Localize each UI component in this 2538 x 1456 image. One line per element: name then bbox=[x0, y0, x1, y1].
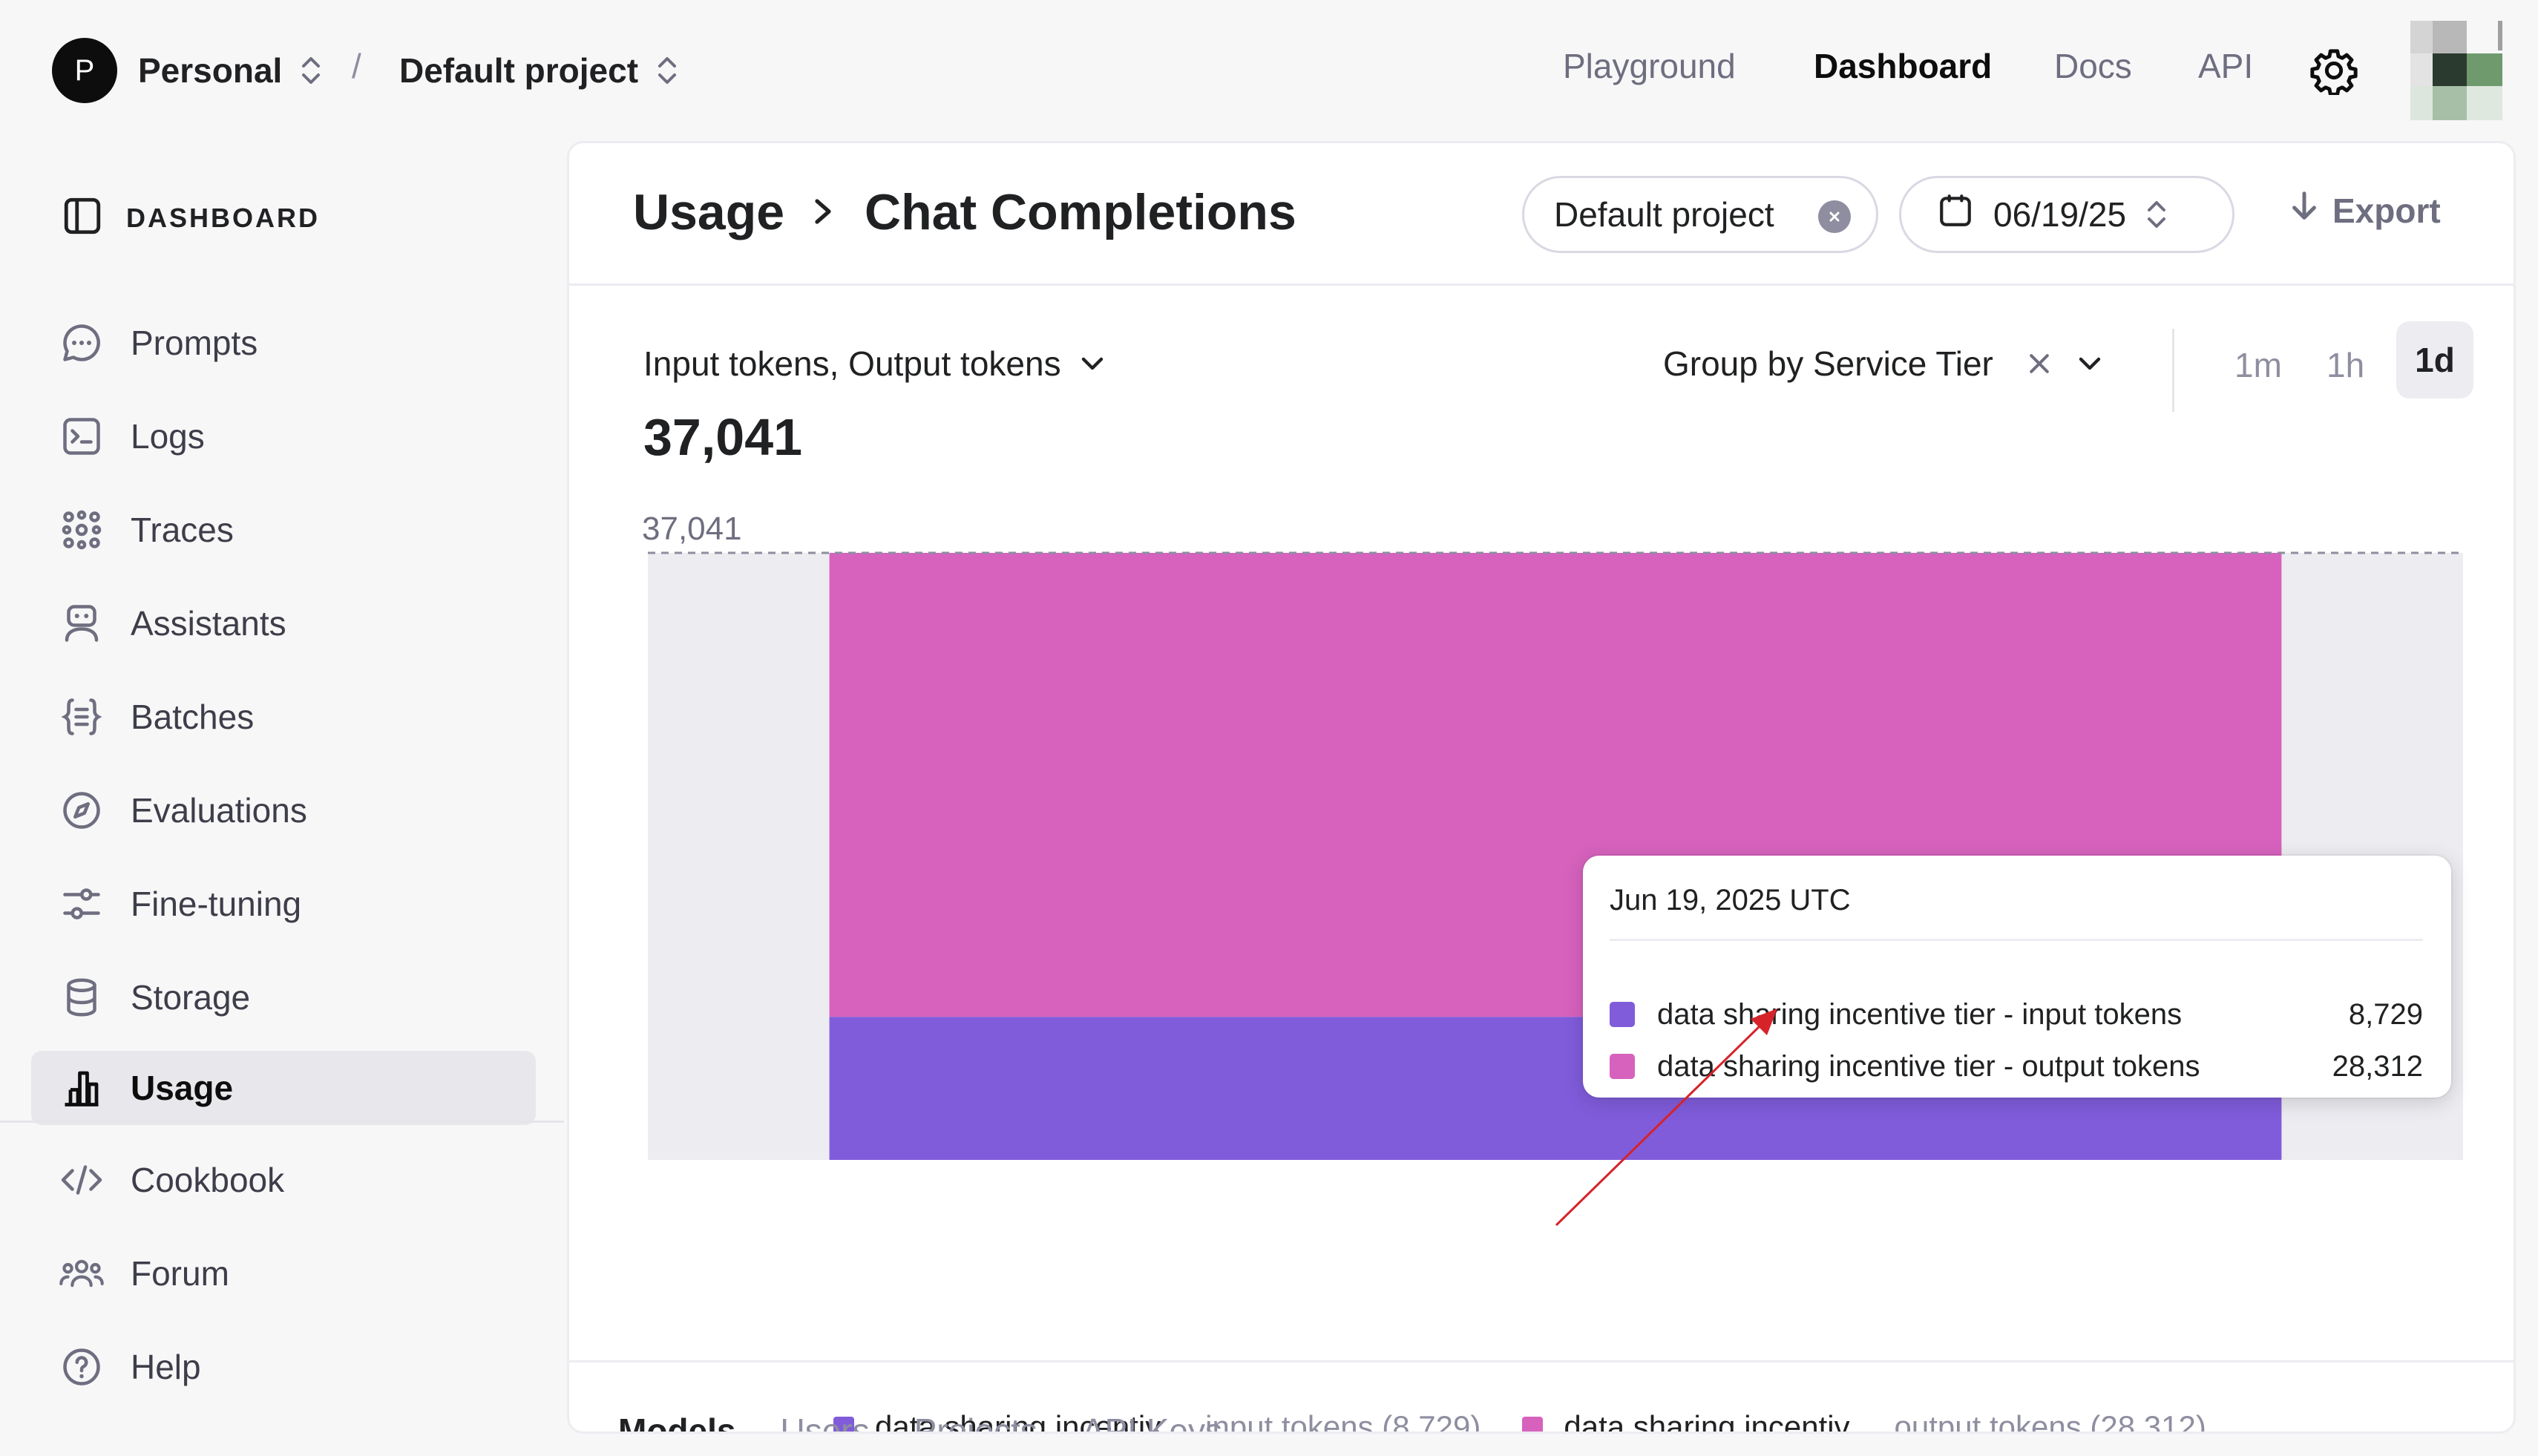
sidebar-item-label: Help bbox=[131, 1348, 201, 1386]
legend-swatch bbox=[1522, 1417, 1544, 1432]
sidebar: DASHBOARD Prompts Logs Traces Assistants… bbox=[0, 141, 564, 1456]
chat-bubble-icon bbox=[59, 321, 104, 365]
usage-panel: Usage Chat Completions Default project 0… bbox=[567, 141, 2516, 1434]
sidebar-item-logs[interactable]: Logs bbox=[31, 399, 536, 473]
compass-icon bbox=[59, 788, 104, 833]
sidebar-item-label: Prompts bbox=[131, 324, 258, 362]
breadcrumb-separator: / bbox=[352, 47, 361, 85]
batches-icon bbox=[59, 695, 104, 739]
sidebar-item-label: Forum bbox=[131, 1254, 229, 1293]
sidebar-item-label: Batches bbox=[131, 698, 255, 736]
sidebar-item-batches[interactable]: Batches bbox=[31, 680, 536, 754]
terminal-icon bbox=[59, 414, 104, 459]
robot-icon bbox=[59, 601, 104, 646]
sidebar-item-label: Usage bbox=[131, 1069, 234, 1107]
top-bar: P Personal / Default project Playground … bbox=[0, 0, 2538, 141]
tab-projects[interactable]: Projects bbox=[914, 1411, 1037, 1432]
tab-users[interactable]: Users bbox=[780, 1411, 869, 1432]
sidebar-item-label: Assistants bbox=[131, 604, 286, 643]
sidebar-item-cookbook[interactable]: Cookbook bbox=[31, 1143, 536, 1217]
sidebar-item-label: Logs bbox=[131, 417, 205, 456]
sidebar-item-fine-tuning[interactable]: Fine-tuning bbox=[31, 867, 536, 941]
sidebar-item-traces[interactable]: Traces bbox=[31, 493, 536, 567]
sidebar-title: DASHBOARD bbox=[126, 202, 320, 233]
annotation-arrow bbox=[1555, 1009, 1777, 1227]
sidebar-item-label: Evaluations bbox=[131, 791, 307, 830]
sidebar-item-label: Cookbook bbox=[131, 1161, 285, 1199]
database-icon bbox=[59, 975, 104, 1020]
sidebar-item-evaluations[interactable]: Evaluations bbox=[31, 773, 536, 847]
section-divider bbox=[569, 1360, 2514, 1362]
sidebar-item-assistants[interactable]: Assistants bbox=[31, 586, 536, 660]
sidebar-header: DASHBOARD bbox=[61, 194, 320, 241]
help-icon bbox=[59, 1345, 104, 1389]
breakdown-tabs: Models Users Projects API Keys bbox=[618, 1411, 1267, 1432]
settings-gear-icon[interactable] bbox=[2309, 46, 2358, 96]
org-switcher[interactable]: Personal bbox=[138, 46, 322, 95]
legend-detail: output tokens (28,312) bbox=[1894, 1409, 2206, 1434]
project-name: Default project bbox=[399, 51, 639, 90]
bar-chart-icon bbox=[59, 1066, 104, 1110]
chevron-updown-icon bbox=[300, 53, 322, 88]
people-icon bbox=[59, 1251, 104, 1296]
sidebar-item-prompts[interactable]: Prompts bbox=[31, 306, 536, 380]
sliders-icon bbox=[59, 882, 104, 926]
traces-icon bbox=[59, 508, 104, 552]
nav-dashboard[interactable]: Dashboard bbox=[1814, 46, 1992, 86]
tab-api-keys[interactable]: API Keys bbox=[1082, 1411, 1222, 1432]
org-name: Personal bbox=[138, 51, 283, 90]
sidebar-item-label: Traces bbox=[131, 511, 234, 549]
org-avatar[interactable]: P bbox=[52, 38, 117, 103]
legend-name: data sharing incentiv... bbox=[1564, 1409, 1874, 1434]
nav-api[interactable]: API bbox=[2198, 46, 2253, 86]
tab-models[interactable]: Models bbox=[618, 1411, 735, 1432]
sidebar-item-help[interactable]: Help bbox=[31, 1330, 536, 1404]
project-switcher[interactable]: Default project bbox=[399, 46, 678, 95]
sidebar-divider bbox=[0, 1121, 564, 1123]
sidebar-item-label: Fine-tuning bbox=[131, 885, 302, 923]
sidebar-item-forum[interactable]: Forum bbox=[31, 1236, 536, 1311]
code-icon bbox=[59, 1158, 104, 1202]
nav-docs[interactable]: Docs bbox=[2054, 46, 2132, 86]
sidebar-panel-icon bbox=[61, 194, 104, 241]
sidebar-item-storage[interactable]: Storage bbox=[31, 960, 536, 1034]
sidebar-item-usage[interactable]: Usage bbox=[31, 1051, 536, 1125]
chevron-updown-icon bbox=[656, 53, 678, 88]
sidebar-item-label: Storage bbox=[131, 978, 251, 1017]
user-avatar[interactable] bbox=[2410, 21, 2507, 120]
nav-playground[interactable]: Playground bbox=[1563, 46, 1736, 86]
